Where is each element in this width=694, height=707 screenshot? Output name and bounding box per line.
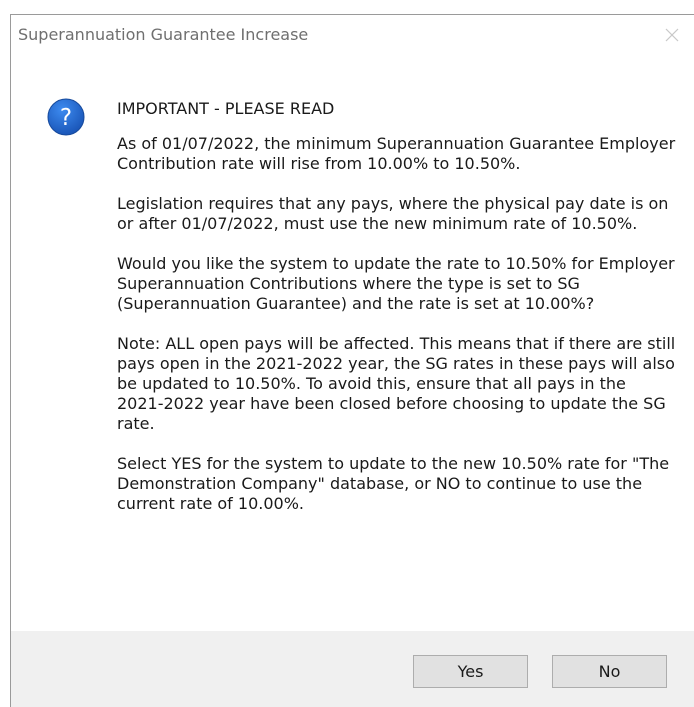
close-button[interactable] — [648, 15, 694, 55]
message-paragraph: Would you like the system to update the … — [117, 254, 675, 313]
yes-button[interactable]: Yes — [413, 655, 528, 688]
dialog-content: ? IMPORTANT - PLEASE READ As of 01/07/20… — [11, 55, 694, 631]
message-dialog: Superannuation Guarantee Increase ? IMPO… — [10, 14, 694, 707]
close-icon — [665, 28, 679, 42]
message-text: IMPORTANT - PLEASE READ As of 01/07/2022… — [117, 99, 677, 534]
svg-text:?: ? — [60, 105, 72, 131]
message-heading: IMPORTANT - PLEASE READ — [117, 99, 335, 118]
dialog-title: Superannuation Guarantee Increase — [18, 25, 309, 44]
title-bar: Superannuation Guarantee Increase — [11, 15, 694, 55]
question-icon: ? — [47, 98, 85, 136]
button-bar: Yes No — [11, 631, 694, 707]
no-button[interactable]: No — [552, 655, 667, 688]
message-paragraph: Legislation requires that any pays, wher… — [117, 194, 669, 233]
message-paragraph: Note: ALL open pays will be affected. Th… — [117, 334, 676, 433]
message-paragraph: As of 01/07/2022, the minimum Superannua… — [117, 134, 676, 173]
message-paragraph: Select YES for the system to update to t… — [117, 454, 670, 513]
